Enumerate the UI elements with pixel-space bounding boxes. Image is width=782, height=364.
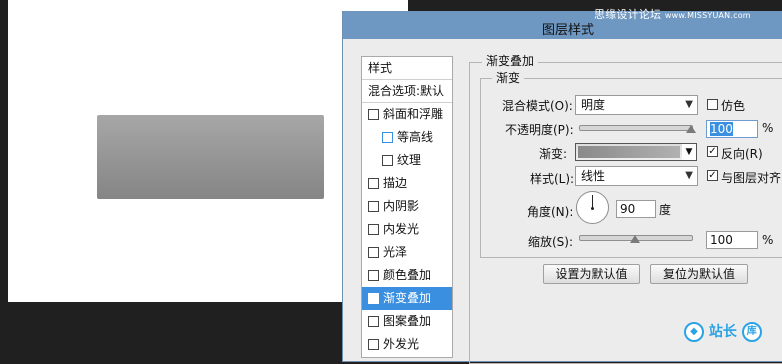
style-item-checkbox[interactable] xyxy=(368,178,379,189)
blending-options-default[interactable]: 混合选项:默认 xyxy=(362,80,452,103)
scale-percent: % xyxy=(762,233,774,247)
section-title: 渐变叠加 xyxy=(482,54,539,68)
scale-input[interactable]: 100 xyxy=(706,231,758,249)
style-item-label: 颜色叠加 xyxy=(383,268,432,282)
style-item-checkbox[interactable] xyxy=(368,316,379,327)
style-item[interactable]: 投影 xyxy=(362,356,452,357)
reverse-label: 反向(R) xyxy=(721,147,763,161)
style-item[interactable]: 纹理 xyxy=(362,149,452,172)
gradient-dropdown-icon[interactable]: ▼ xyxy=(682,144,696,160)
style-item-checkbox[interactable] xyxy=(382,155,393,166)
gradient-label: 渐变: xyxy=(539,147,568,161)
angle-label: 角度(N): xyxy=(527,205,574,219)
style-item-checkbox[interactable] xyxy=(368,109,379,120)
gradient-rectangle-layer xyxy=(97,115,324,199)
style-item-label: 图案叠加 xyxy=(383,314,432,328)
style-item-label: 等高线 xyxy=(397,130,434,144)
style-item-label: 纹理 xyxy=(397,153,422,167)
dither-checkbox[interactable] xyxy=(707,99,718,110)
style-item[interactable]: ✓ 渐变叠加 xyxy=(362,287,452,310)
style-item[interactable]: 描边 xyxy=(362,172,452,195)
gradient-preview[interactable] xyxy=(578,146,680,158)
style-item[interactable]: 外发光 xyxy=(362,333,452,356)
opacity-label: 不透明度(P): xyxy=(505,123,574,137)
style-item[interactable]: 内阴影 xyxy=(362,195,452,218)
style-item-checkbox[interactable] xyxy=(382,132,393,143)
styles-panel: 样式 混合选项:默认 斜面和浮雕等高线纹理描边内阴影内发光光泽颜色叠加 ✓ 渐变叠加… xyxy=(361,56,453,358)
styles-header[interactable]: 样式 xyxy=(362,57,452,80)
chevron-down-icon: ▼ xyxy=(685,99,693,110)
style-item-label: 投影 xyxy=(383,356,407,357)
scale-value: 100 xyxy=(710,233,733,247)
checkmark-icon: ✓ xyxy=(369,292,379,305)
set-default-button[interactable]: 设置为默认值 xyxy=(543,264,640,284)
checkmark-icon: ✓ xyxy=(708,146,717,157)
angle-dial[interactable] xyxy=(576,191,609,224)
gradient-picker[interactable]: ▼ xyxy=(575,143,697,161)
style-item[interactable]: 光泽 xyxy=(362,241,452,264)
logo-text: 站长 xyxy=(708,324,737,340)
style-item-checkbox[interactable] xyxy=(368,224,379,235)
watermark-cn: 思缘设计论坛 xyxy=(594,8,662,21)
align-with-layer-label: 与图层对齐 xyxy=(721,171,782,185)
style-item-checkbox[interactable] xyxy=(368,247,379,258)
scale-slider-handle[interactable] xyxy=(630,235,640,243)
watermark: 思缘设计论坛 www.MISSYUAN.com xyxy=(594,6,751,22)
style-value: 线性 xyxy=(581,169,606,183)
angle-degree-unit: 度 xyxy=(659,203,672,217)
reverse-checkbox[interactable]: ✓ xyxy=(707,146,718,157)
style-select[interactable]: 线性 ▼ xyxy=(575,166,698,186)
style-item-checkbox[interactable] xyxy=(368,339,379,350)
style-item-label: 描边 xyxy=(383,176,408,190)
checkmark-icon: ✓ xyxy=(708,170,717,181)
opacity-value: 100 xyxy=(710,122,733,136)
style-item-checkbox[interactable] xyxy=(368,201,379,212)
watermark-url: www.MISSYUAN.com xyxy=(664,11,751,20)
scale-label: 缩放(S): xyxy=(528,235,574,249)
opacity-slider[interactable] xyxy=(579,125,693,131)
style-item[interactable]: 内发光 xyxy=(362,218,452,241)
logo-icon: ◆ xyxy=(684,322,704,342)
align-with-layer-checkbox[interactable]: ✓ xyxy=(707,170,718,181)
blend-mode-label: 混合模式(O): xyxy=(502,99,573,113)
opacity-percent: % xyxy=(762,121,774,135)
style-item-label: 光泽 xyxy=(383,245,408,259)
style-item[interactable]: 颜色叠加 xyxy=(362,264,452,287)
site-logo: ◆ 站长 库 xyxy=(684,321,762,342)
style-item-label: 内发光 xyxy=(383,222,420,236)
angle-center-dot xyxy=(591,207,594,210)
angle-input[interactable]: 90 xyxy=(616,200,656,218)
chevron-down-icon: ▼ xyxy=(685,170,693,181)
style-item-label: 内阴影 xyxy=(383,199,420,213)
logo-suffix: 库 xyxy=(741,322,762,342)
blend-mode-value: 明度 xyxy=(581,98,606,112)
style-item-label: 外发光 xyxy=(383,337,420,351)
style-item-label: 渐变叠加 xyxy=(383,291,432,305)
blend-mode-select[interactable]: 明度 ▼ xyxy=(575,95,698,115)
style-item[interactable]: 图案叠加 xyxy=(362,310,452,333)
dither-label: 仿色 xyxy=(721,99,746,113)
opacity-slider-handle[interactable] xyxy=(686,125,696,133)
style-item[interactable]: 斜面和浮雕 xyxy=(362,103,452,126)
style-item-checkbox[interactable]: ✓ xyxy=(368,293,379,304)
style-item-label: 斜面和浮雕 xyxy=(383,107,444,121)
style-label: 样式(L): xyxy=(530,172,575,186)
style-item-checkbox[interactable] xyxy=(368,270,379,281)
angle-value: 90 xyxy=(620,202,636,216)
reset-default-button[interactable]: 复位为默认值 xyxy=(650,264,748,284)
style-item[interactable]: 等高线 xyxy=(362,126,452,149)
group-title: 渐变 xyxy=(492,71,525,85)
opacity-input[interactable]: 100 xyxy=(706,120,758,138)
